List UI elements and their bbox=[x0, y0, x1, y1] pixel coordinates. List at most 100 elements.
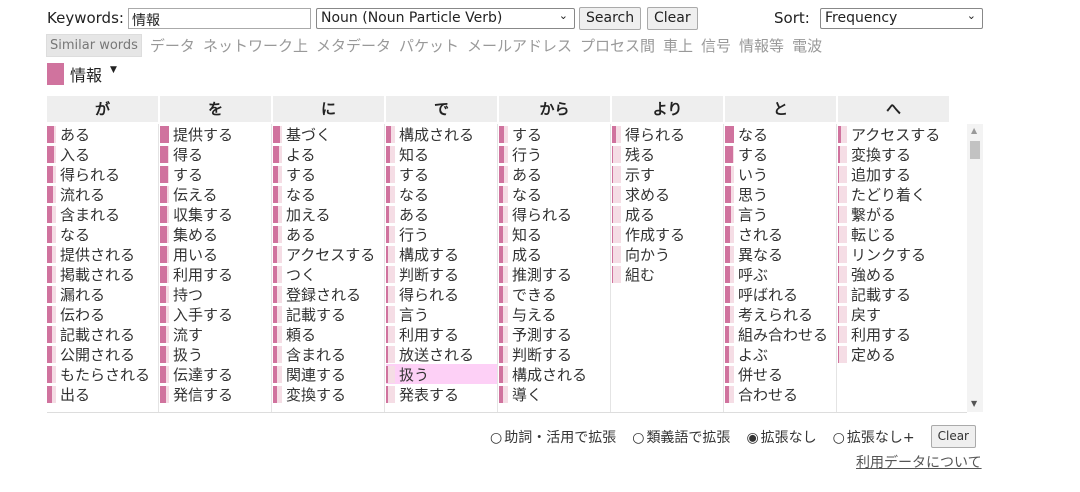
list-item[interactable]: 得られる bbox=[47, 164, 158, 184]
expansion-radio[interactable]: ○ 拡張なし+ bbox=[833, 427, 923, 447]
list-item[interactable]: 構成される bbox=[386, 124, 497, 144]
list-item[interactable]: 求める bbox=[612, 184, 723, 204]
list-item[interactable]: 発表する bbox=[386, 384, 497, 404]
list-item[interactable]: なる bbox=[499, 184, 610, 204]
list-item[interactable]: される bbox=[725, 224, 836, 244]
radio-icon[interactable]: ○ bbox=[490, 430, 502, 446]
list-item[interactable]: 構成される bbox=[499, 364, 610, 384]
list-item[interactable]: する bbox=[386, 164, 497, 184]
radio-icon[interactable]: ○ bbox=[632, 430, 644, 446]
list-item[interactable]: 組み合わせる bbox=[725, 324, 836, 344]
list-item[interactable]: 行う bbox=[499, 144, 610, 164]
list-item[interactable]: なる bbox=[725, 124, 836, 144]
list-item[interactable]: 得られる bbox=[499, 204, 610, 224]
keyword-input[interactable]: 情報 bbox=[128, 8, 311, 29]
list-item[interactable]: 入手する bbox=[160, 304, 271, 324]
list-item[interactable]: 与える bbox=[499, 304, 610, 324]
similar-word-link[interactable]: ネットワーク上 bbox=[203, 35, 308, 56]
list-item[interactable]: 得られる bbox=[612, 124, 723, 144]
similar-word-link[interactable]: 車上 bbox=[663, 35, 693, 56]
list-item[interactable]: いう bbox=[725, 164, 836, 184]
expansion-radio[interactable]: ○ 助詞・活用で拡張 bbox=[490, 427, 624, 447]
list-item[interactable]: 持つ bbox=[160, 284, 271, 304]
list-item[interactable]: 併せる bbox=[725, 364, 836, 384]
list-item[interactable]: 行う bbox=[386, 224, 497, 244]
list-item[interactable]: よる bbox=[273, 144, 384, 164]
list-item[interactable]: 思う bbox=[725, 184, 836, 204]
column-header-から[interactable]: から bbox=[499, 96, 610, 122]
list-item[interactable]: 知る bbox=[386, 144, 497, 164]
clear-button[interactable]: Clear bbox=[647, 7, 698, 30]
list-item[interactable]: 公開される bbox=[47, 344, 158, 364]
list-item[interactable]: 扱う bbox=[386, 364, 497, 384]
similar-word-link[interactable]: メタデータ bbox=[316, 35, 391, 56]
similar-word-link[interactable]: プロセス間 bbox=[580, 35, 655, 56]
list-item[interactable]: 示す bbox=[612, 164, 723, 184]
list-item[interactable]: 言う bbox=[386, 304, 497, 324]
list-item[interactable]: なる bbox=[386, 184, 497, 204]
list-item[interactable]: 含まれる bbox=[47, 204, 158, 224]
list-item[interactable]: 頼る bbox=[273, 324, 384, 344]
list-item[interactable]: 変換する bbox=[838, 144, 949, 164]
list-item[interactable]: 入る bbox=[47, 144, 158, 164]
expansion-clear-button[interactable]: Clear bbox=[930, 425, 976, 448]
list-item[interactable]: 呼ばれる bbox=[725, 284, 836, 304]
list-item[interactable]: 推測する bbox=[499, 264, 610, 284]
list-item[interactable]: 扱う bbox=[160, 344, 271, 364]
list-item[interactable]: 伝達する bbox=[160, 364, 271, 384]
list-item[interactable]: 構成する bbox=[386, 244, 497, 264]
similar-word-link[interactable]: 情報等 bbox=[739, 35, 784, 56]
list-item[interactable]: 判断する bbox=[386, 264, 497, 284]
column-header-へ[interactable]: へ bbox=[838, 96, 949, 122]
similar-word-link[interactable]: データ bbox=[150, 35, 195, 56]
about-data-link[interactable]: 利用データについて bbox=[856, 452, 982, 472]
list-item[interactable]: 変換する bbox=[273, 384, 384, 404]
list-item[interactable]: 出る bbox=[47, 384, 158, 404]
list-item[interactable]: たどり着く bbox=[838, 184, 949, 204]
list-item[interactable]: つく bbox=[273, 264, 384, 284]
list-item[interactable]: 言う bbox=[725, 204, 836, 224]
list-item[interactable]: 加える bbox=[273, 204, 384, 224]
scroll-down-icon[interactable]: ▼ bbox=[971, 399, 977, 408]
list-item[interactable]: 戻す bbox=[838, 304, 949, 324]
list-item[interactable]: 予測する bbox=[499, 324, 610, 344]
list-item[interactable]: よぶ bbox=[725, 344, 836, 364]
list-item[interactable]: 利用する bbox=[386, 324, 497, 344]
list-item[interactable]: 定める bbox=[838, 344, 949, 364]
column-header-で[interactable]: で bbox=[386, 96, 497, 122]
list-item[interactable]: 提供される bbox=[47, 244, 158, 264]
list-item[interactable]: 合わせる bbox=[725, 384, 836, 404]
list-item[interactable]: する bbox=[499, 124, 610, 144]
list-item[interactable]: できる bbox=[499, 284, 610, 304]
scrollbar-thumb[interactable] bbox=[970, 141, 980, 159]
list-item[interactable]: 強める bbox=[838, 264, 949, 284]
column-header-が[interactable]: が bbox=[47, 96, 158, 122]
list-item[interactable]: する bbox=[725, 144, 836, 164]
similar-word-link[interactable]: パケット bbox=[399, 35, 459, 56]
list-item[interactable]: 導く bbox=[499, 384, 610, 404]
list-item[interactable]: 追加する bbox=[838, 164, 949, 184]
list-item[interactable]: もたらされる bbox=[47, 364, 158, 384]
legend[interactable]: 情報 ▼ bbox=[47, 62, 117, 86]
scrollbar[interactable]: ▲ ▼ bbox=[967, 124, 983, 412]
list-item[interactable]: 基づく bbox=[273, 124, 384, 144]
list-item[interactable]: ある bbox=[499, 164, 610, 184]
similar-word-link[interactable]: メールアドレス bbox=[467, 35, 572, 56]
list-item[interactable]: 考えられる bbox=[725, 304, 836, 324]
column-header-と[interactable]: と bbox=[725, 96, 836, 122]
list-item[interactable]: ある bbox=[386, 204, 497, 224]
list-item[interactable]: 漏れる bbox=[47, 284, 158, 304]
list-item[interactable]: アクセスする bbox=[838, 124, 949, 144]
list-item[interactable]: 収集する bbox=[160, 204, 271, 224]
radio-checked-icon[interactable]: ◉ bbox=[746, 430, 758, 446]
list-item[interactable]: 成る bbox=[499, 244, 610, 264]
sort-select[interactable]: Frequency ⌄ bbox=[820, 8, 983, 29]
list-item[interactable]: 記載する bbox=[838, 284, 949, 304]
list-item[interactable]: なる bbox=[47, 224, 158, 244]
expansion-radio[interactable]: ◉ 拡張なし bbox=[746, 427, 824, 447]
dropdown-arrow-icon[interactable]: ▼ bbox=[110, 65, 117, 75]
list-item[interactable]: 組む bbox=[612, 264, 723, 284]
list-item[interactable]: する bbox=[273, 164, 384, 184]
list-item[interactable]: なる bbox=[273, 184, 384, 204]
list-item[interactable]: ある bbox=[273, 224, 384, 244]
